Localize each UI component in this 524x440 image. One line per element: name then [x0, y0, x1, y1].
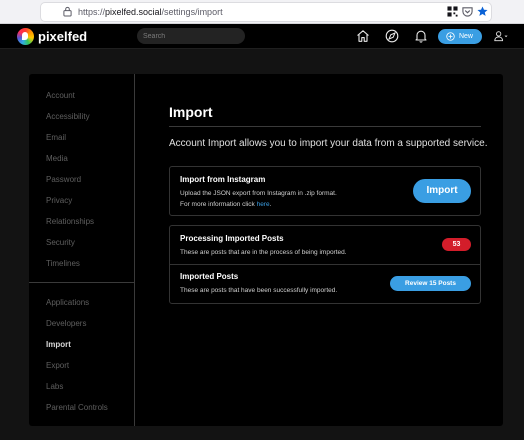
- processing-title: Processing Imported Posts: [180, 234, 284, 243]
- processing-count-badge: 53: [442, 238, 471, 251]
- instagram-import-card: Import from Instagram Upload the JSON ex…: [169, 166, 481, 216]
- new-button-label: New: [458, 33, 473, 40]
- notification-bell-icon[interactable]: [414, 29, 428, 43]
- sidebar-item-relationships[interactable]: Relationships: [46, 217, 94, 227]
- sidebar-item-labs[interactable]: Labs: [46, 382, 63, 392]
- bookmark-star-icon[interactable]: [477, 6, 488, 17]
- sidebar-item-import[interactable]: Import: [46, 340, 71, 350]
- lock-icon[interactable]: [63, 6, 72, 17]
- sidebar-item-export[interactable]: Export: [46, 361, 69, 371]
- brand-name[interactable]: pixelfed: [38, 29, 87, 45]
- url-text: https://pixelfed.social/settings/import: [78, 6, 223, 18]
- new-post-button[interactable]: New: [438, 29, 482, 44]
- settings-sidebar: Account Accessibility Email Media Passwo…: [29, 74, 135, 426]
- top-navbar: pixelfed New: [0, 24, 524, 49]
- sidebar-item-applications[interactable]: Applications: [46, 298, 89, 308]
- search-input[interactable]: [137, 28, 245, 44]
- title-divider: [169, 126, 481, 127]
- settings-panel: Account Accessibility Email Media Passwo…: [29, 74, 503, 426]
- instagram-import-help: For more information click here.: [180, 200, 271, 209]
- pocket-icon[interactable]: [462, 6, 473, 17]
- sidebar-item-privacy[interactable]: Privacy: [46, 196, 72, 206]
- user-menu-icon[interactable]: [494, 29, 508, 43]
- help-prefix: For more information click: [180, 201, 257, 208]
- row-divider: [170, 264, 480, 265]
- instagram-import-desc: Upload the JSON export from Instagram in…: [180, 190, 337, 197]
- import-button[interactable]: Import: [413, 179, 471, 203]
- page-description: Account Import allows you to import your…: [169, 138, 488, 149]
- sidebar-item-timelines[interactable]: Timelines: [46, 259, 80, 269]
- compass-icon[interactable]: [385, 29, 399, 43]
- instagram-import-title: Import from Instagram: [180, 175, 266, 184]
- sidebar-item-parental-controls[interactable]: Parental Controls: [46, 403, 108, 413]
- review-posts-button[interactable]: Review 15 Posts: [390, 276, 471, 291]
- sidebar-item-account[interactable]: Account: [46, 91, 75, 101]
- sidebar-item-security[interactable]: Security: [46, 238, 75, 248]
- url-host: pixelfed.social: [105, 7, 162, 17]
- help-suffix: .: [269, 201, 272, 208]
- qr-code-icon[interactable]: [447, 6, 458, 17]
- imported-desc: These are posts that have been successfu…: [180, 287, 338, 294]
- url-path: /settings/import: [161, 7, 223, 17]
- home-icon[interactable]: [356, 29, 370, 43]
- imported-title: Imported Posts: [180, 272, 239, 281]
- processing-desc: These are posts that are in the process …: [180, 249, 347, 256]
- help-link[interactable]: here: [257, 201, 270, 208]
- import-status-card: Processing Imported Posts These are post…: [169, 225, 481, 304]
- browser-toolbar: https://pixelfed.social/settings/import: [0, 0, 524, 24]
- pixelfed-logo[interactable]: [17, 28, 34, 45]
- sidebar-item-developers[interactable]: Developers: [46, 319, 86, 329]
- sidebar-item-media[interactable]: Media: [46, 154, 68, 164]
- sidebar-item-password[interactable]: Password: [46, 175, 81, 185]
- url-scheme: https://: [78, 7, 106, 17]
- sidebar-item-email[interactable]: Email: [46, 133, 66, 143]
- sidebar-divider: [29, 282, 134, 283]
- page-title: Import: [169, 104, 213, 120]
- plus-circle-icon: [446, 32, 455, 41]
- sidebar-item-accessibility[interactable]: Accessibility: [46, 112, 90, 122]
